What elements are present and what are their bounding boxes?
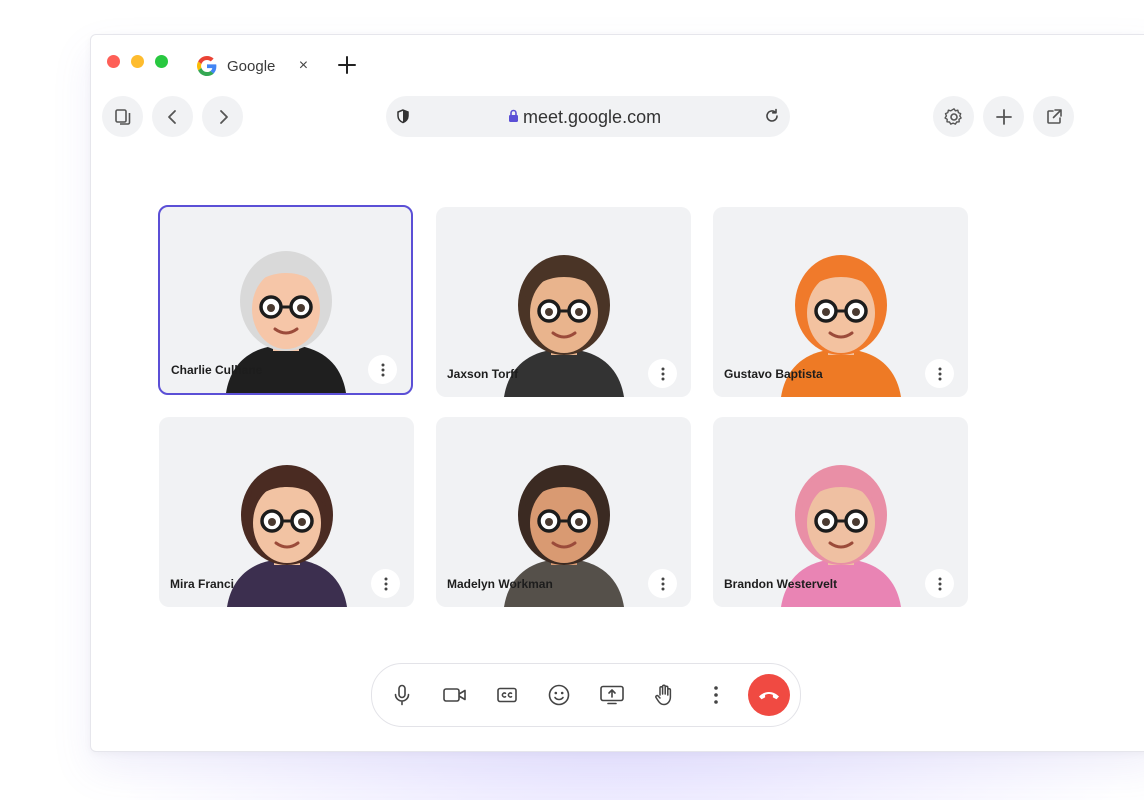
reload-icon[interactable] <box>764 108 780 124</box>
camera-button[interactable] <box>441 681 469 709</box>
present-icon <box>600 685 624 705</box>
settings-button[interactable] <box>933 96 974 137</box>
raise-hand-button[interactable] <box>650 681 678 709</box>
participant-more-button[interactable] <box>371 569 400 598</box>
participant-tile[interactable]: Jaxson Torff <box>436 207 691 397</box>
browser-window: Google × meet.google.com Charlie Culhane… <box>90 34 1144 752</box>
participant-tile[interactable]: Brandon Westervelt <box>713 417 968 607</box>
captions-icon <box>497 687 517 703</box>
address-url: meet.google.com <box>523 107 662 127</box>
end-call-button[interactable] <box>748 674 790 716</box>
participant-more-button[interactable] <box>925 569 954 598</box>
emoji-icon <box>548 684 570 706</box>
tab-close-button[interactable]: × <box>295 57 311 74</box>
back-icon <box>167 109 176 124</box>
participant-name: Gustavo Baptista <box>724 367 823 381</box>
more-options-button[interactable] <box>702 681 730 709</box>
participant-tile[interactable]: Gustavo Baptista <box>713 207 968 397</box>
plus-icon <box>338 56 356 74</box>
address-bar[interactable]: meet.google.com <box>386 96 790 137</box>
call-controls-bar <box>371 663 801 727</box>
mic-button[interactable] <box>388 681 416 709</box>
shield-icon <box>397 109 409 124</box>
settings-icon <box>943 107 962 125</box>
minimize-window-button[interactable] <box>131 55 144 68</box>
more-vertical-icon <box>938 367 941 380</box>
end-call-icon <box>759 692 779 700</box>
participant-name: Madelyn Workman <box>447 577 553 591</box>
more-vertical-icon <box>661 367 664 380</box>
add-button[interactable] <box>983 96 1024 137</box>
tab-title: Google <box>227 57 276 75</box>
participant-more-button[interactable] <box>368 355 397 384</box>
participant-more-button[interactable] <box>925 359 954 388</box>
emoji-button[interactable] <box>545 681 573 709</box>
participant-name: Jaxson Torff <box>447 367 519 381</box>
participant-more-button[interactable] <box>648 359 677 388</box>
lock-icon <box>509 109 518 122</box>
more-vertical-icon <box>384 577 387 590</box>
participant-tile[interactable]: Mira Franci <box>159 417 414 607</box>
back-button[interactable] <box>152 96 193 137</box>
participant-tile[interactable]: Madelyn Workman <box>436 417 691 607</box>
forward-icon <box>219 109 228 124</box>
participant-name: Charlie Culhane <box>171 363 263 377</box>
more-vertical-icon <box>938 577 941 590</box>
forward-button[interactable] <box>202 96 243 137</box>
more-options-icon <box>714 686 718 704</box>
raise-hand-icon <box>655 684 672 706</box>
more-vertical-icon <box>661 577 664 590</box>
tabs-icon <box>114 108 130 125</box>
browser-tab[interactable]: Google × <box>197 53 311 79</box>
mic-icon <box>394 684 410 706</box>
camera-icon <box>443 688 466 702</box>
share-button[interactable] <box>1033 96 1074 137</box>
participant-name: Brandon Westervelt <box>724 577 838 591</box>
maximize-window-button[interactable] <box>155 55 168 68</box>
more-vertical-icon <box>381 363 384 376</box>
captions-button[interactable] <box>493 681 521 709</box>
participant-more-button[interactable] <box>648 569 677 598</box>
share-icon <box>1046 108 1062 124</box>
present-button[interactable] <box>598 681 626 709</box>
participant-name: Mira Franci <box>170 577 235 591</box>
participant-tile[interactable]: Charlie Culhane <box>158 205 413 395</box>
tab-overview-button[interactable] <box>102 96 143 137</box>
close-window-button[interactable] <box>107 55 120 68</box>
new-tab-button[interactable] <box>335 53 359 77</box>
google-logo-icon <box>197 56 217 76</box>
plus-icon <box>995 108 1012 125</box>
